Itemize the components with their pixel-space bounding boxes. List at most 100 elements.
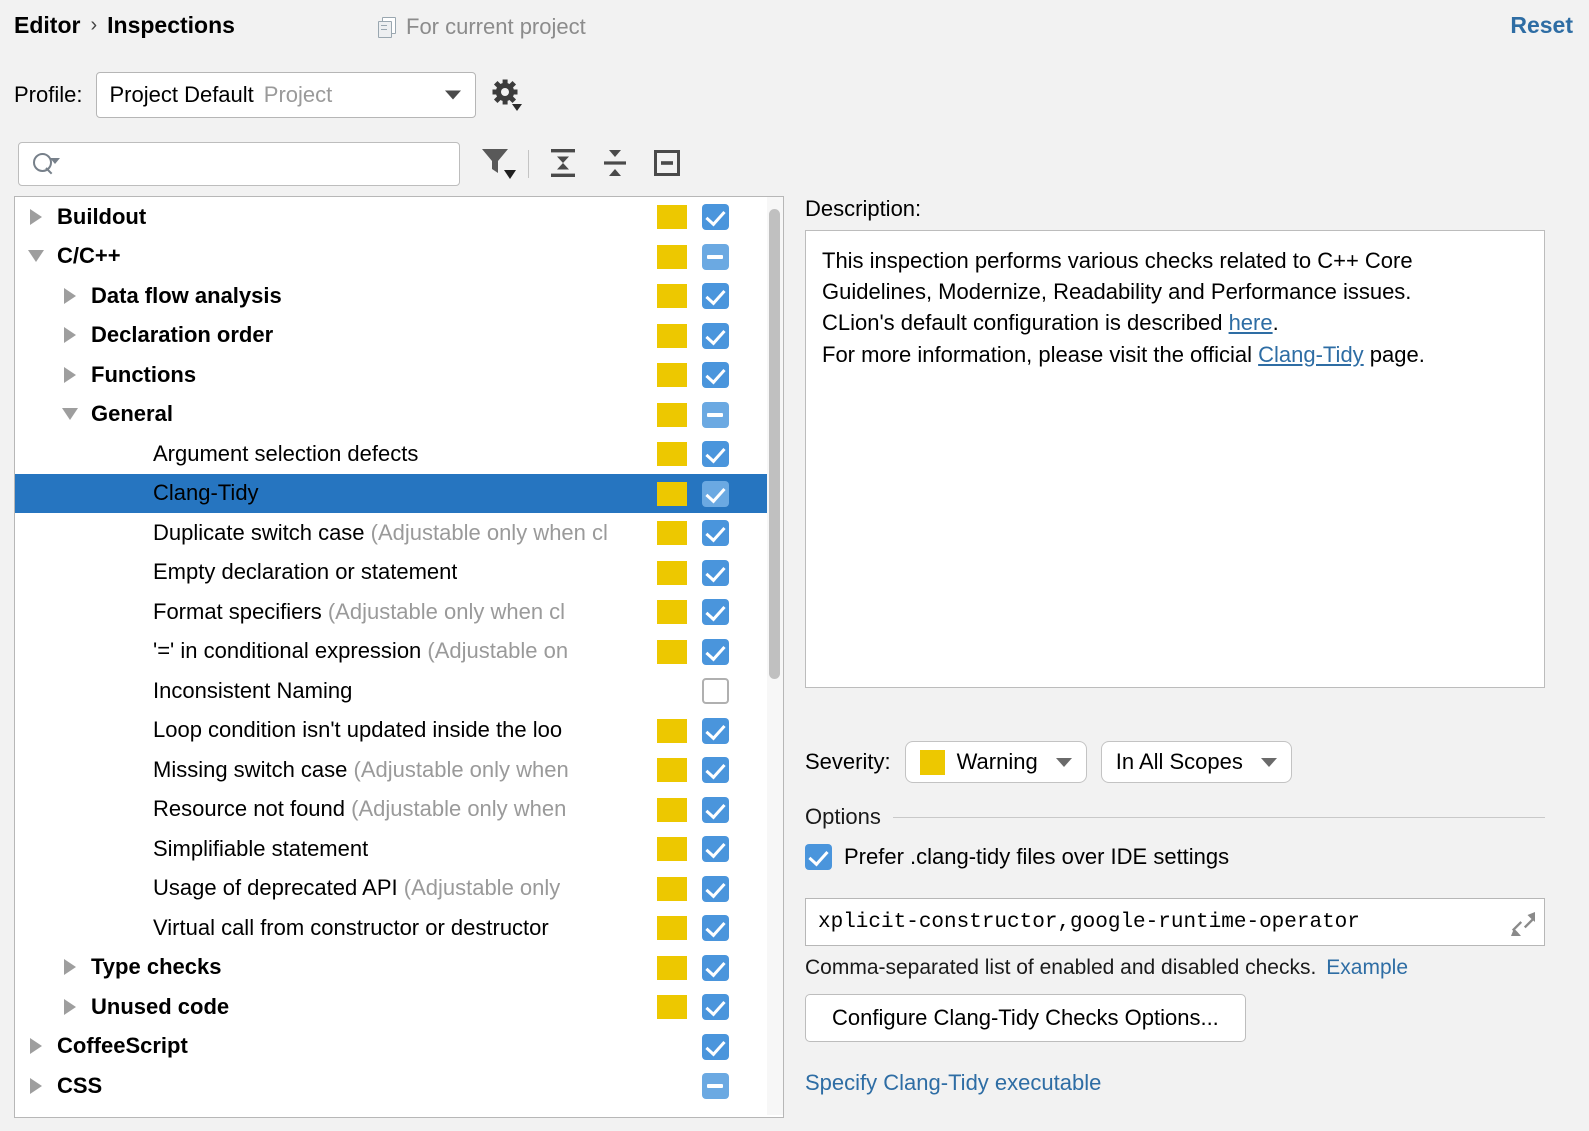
severity-swatch[interactable] [657,284,687,308]
tree-row[interactable]: Empty declaration or statement [15,553,783,593]
severity-swatch[interactable] [657,837,687,861]
tree-row[interactable]: Declaration order [15,316,783,356]
severity-swatch[interactable] [657,482,687,506]
tree-row[interactable]: Simplifiable statement [15,829,783,869]
tree-row[interactable]: Format specifiers (Adjustable only when … [15,592,783,632]
collapse-twisty-icon[interactable] [59,395,81,435]
severity-swatch[interactable] [657,521,687,545]
enable-inspection-checkbox[interactable] [702,915,729,941]
enable-inspection-checkbox[interactable] [702,1034,729,1060]
tree-row[interactable]: Loop condition isn't updated inside the … [15,711,783,751]
enable-inspection-checkbox[interactable] [702,639,729,665]
enable-inspection-checkbox[interactable] [702,402,729,428]
enable-inspection-checkbox[interactable] [702,955,729,981]
tree-row[interactable]: '=' in conditional expression (Adjustabl… [15,632,783,672]
tree-row[interactable]: C/C++ [15,237,783,277]
severity-swatch[interactable] [657,363,687,387]
filter-icon[interactable] [480,146,518,186]
tree-row[interactable]: Resource not found (Adjustable only when [15,790,783,830]
tree-scrollbar-thumb[interactable] [769,209,780,679]
severity-swatch[interactable] [657,995,687,1019]
severity-swatch[interactable] [657,719,687,743]
tree-row[interactable]: Virtual call from constructor or destruc… [15,908,783,948]
enable-inspection-checkbox[interactable] [702,283,729,309]
enable-inspection-checkbox[interactable] [702,678,729,704]
reset-button[interactable]: Reset [1510,12,1573,39]
checks-input[interactable]: xplicit-constructor,google-runtime-opera… [805,898,1545,946]
tree-row[interactable]: Inconsistent Naming [15,671,783,711]
tree-row[interactable]: Missing switch case (Adjustable only whe… [15,750,783,790]
search-field[interactable] [18,142,460,186]
tree-scrollbar[interactable] [767,197,783,1115]
tree-row[interactable]: Argument selection defects [15,434,783,474]
enable-inspection-checkbox[interactable] [702,718,729,744]
severity-swatch[interactable] [657,324,687,348]
breadcrumb-root[interactable]: Editor [14,12,80,39]
expand-twisty-icon[interactable] [25,197,47,237]
tree-row[interactable]: Duplicate switch case (Adjustable only w… [15,513,783,553]
enable-inspection-checkbox[interactable] [702,876,729,902]
expand-twisty-icon[interactable] [25,1066,47,1106]
show-only-enabled-icon[interactable] [650,146,684,186]
tree-row[interactable]: General [15,395,783,435]
tree-row[interactable]: Data flow analysis [15,276,783,316]
profile-select[interactable]: Project Default Project [96,72,476,118]
prefer-clang-tidy-row[interactable]: Prefer .clang-tidy files over IDE settin… [805,844,1545,870]
severity-swatch[interactable] [657,877,687,901]
enable-inspection-checkbox[interactable] [702,362,729,388]
enable-inspection-checkbox[interactable] [702,323,729,349]
expand-twisty-icon[interactable] [59,316,81,356]
prefer-clang-tidy-checkbox[interactable] [805,844,832,870]
expand-editor-icon[interactable] [1510,911,1536,944]
specify-executable-link[interactable]: Specify Clang-Tidy executable [805,1070,1545,1096]
tree-row[interactable]: CoffeeScript [15,1027,783,1067]
expand-twisty-icon[interactable] [59,276,81,316]
profile-settings-gear-button[interactable] [490,78,524,112]
severity-swatch[interactable] [657,561,687,585]
severity-swatch[interactable] [657,442,687,466]
tree-row[interactable]: Functions [15,355,783,395]
enable-inspection-checkbox[interactable] [702,757,729,783]
search-icon[interactable] [31,152,65,176]
enable-inspection-checkbox[interactable] [702,481,729,507]
tree-row[interactable]: Type checks [15,948,783,988]
severity-swatch[interactable] [657,798,687,822]
expand-twisty-icon[interactable] [59,987,81,1027]
severity-select[interactable]: Warning [905,741,1087,783]
tree-row[interactable]: Usage of deprecated API (Adjustable only [15,869,783,909]
expand-all-icon[interactable] [546,146,580,186]
severity-swatch[interactable] [657,956,687,980]
expand-twisty-icon[interactable] [25,1027,47,1067]
collapse-all-icon[interactable] [598,146,632,186]
severity-swatch[interactable] [657,640,687,664]
enable-inspection-checkbox[interactable] [702,244,729,270]
enable-inspection-checkbox[interactable] [702,441,729,467]
search-input[interactable] [65,150,429,178]
severity-swatch[interactable] [657,916,687,940]
enable-inspection-checkbox[interactable] [702,520,729,546]
expand-twisty-icon[interactable] [59,355,81,395]
configure-checks-button[interactable]: Configure Clang-Tidy Checks Options... [805,994,1246,1042]
collapse-twisty-icon[interactable] [25,237,47,277]
severity-swatch[interactable] [657,403,687,427]
enable-inspection-checkbox[interactable] [702,560,729,586]
enable-inspection-checkbox[interactable] [702,836,729,862]
tree-row[interactable]: Unused code [15,987,783,1027]
scope-select[interactable]: In All Scopes [1101,741,1292,783]
expand-twisty-icon[interactable] [59,948,81,988]
severity-swatch[interactable] [657,205,687,229]
tree-row[interactable]: CSS [15,1066,783,1106]
enable-inspection-checkbox[interactable] [702,599,729,625]
enable-inspection-checkbox[interactable] [702,994,729,1020]
severity-swatch[interactable] [657,758,687,782]
enable-inspection-checkbox[interactable] [702,1073,729,1099]
clang-tidy-link[interactable]: Clang-Tidy [1258,342,1364,367]
enable-inspection-checkbox[interactable] [702,797,729,823]
tree-row[interactable]: Buildout [15,197,783,237]
severity-swatch[interactable] [657,245,687,269]
severity-swatch[interactable] [657,600,687,624]
enable-inspection-checkbox[interactable] [702,204,729,230]
here-link[interactable]: here [1229,310,1273,335]
tree-row-selected[interactable]: Clang-Tidy [15,474,783,514]
example-link[interactable]: Example [1326,956,1408,980]
